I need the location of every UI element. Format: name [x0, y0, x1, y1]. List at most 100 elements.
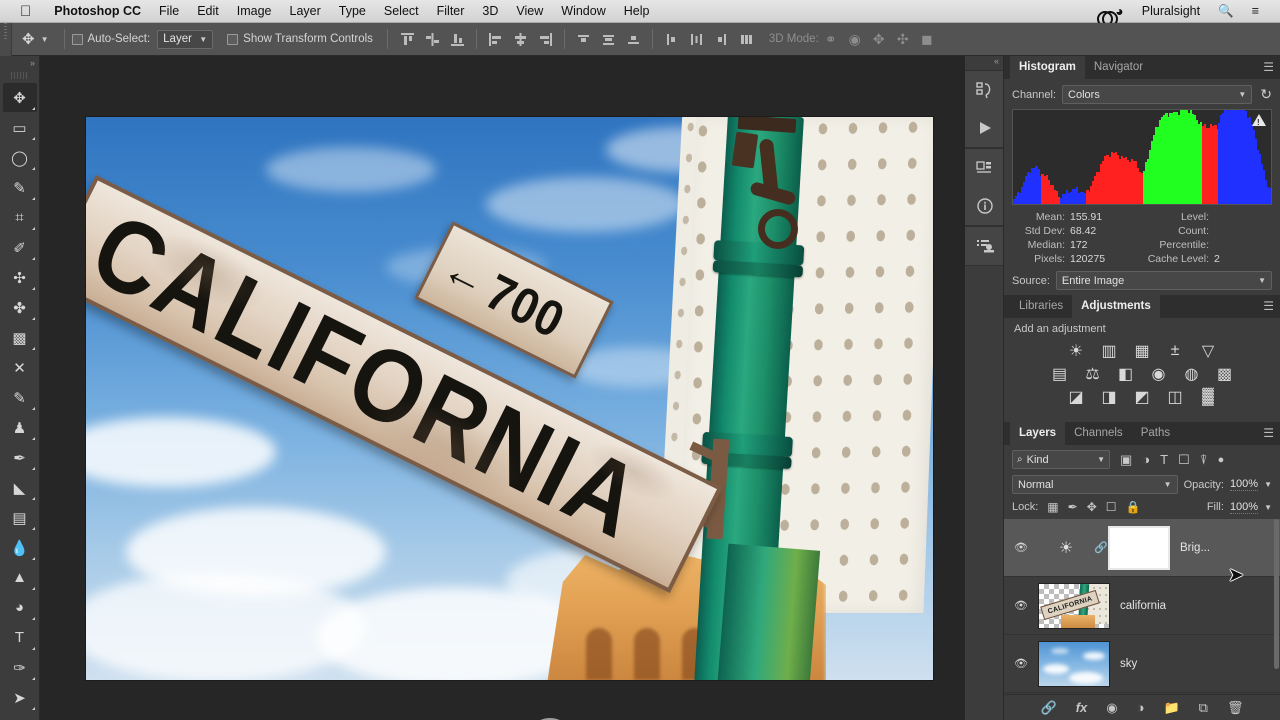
menu-item-select[interactable]: Select	[375, 4, 428, 18]
info-icon[interactable]	[965, 187, 1004, 225]
menu-item-filter[interactable]: Filter	[428, 4, 474, 18]
patch-tool[interactable]: ▩	[3, 323, 37, 352]
roll-3d-icon[interactable]: ◉	[843, 27, 867, 51]
curves-icon[interactable]: ▦	[1133, 342, 1152, 360]
list-item[interactable]: sky	[1120, 658, 1137, 670]
layer-mask-thumbnail[interactable]	[1108, 525, 1170, 570]
apple-icon[interactable]: 	[20, 4, 31, 19]
panel-menu-icon[interactable]: ☰	[1263, 300, 1274, 312]
eyedropper-tool[interactable]: ✐	[3, 233, 37, 262]
blur-tool[interactable]: 💧	[3, 533, 37, 562]
layer-visibility-toggle[interactable]: 👁	[1004, 599, 1038, 612]
distribute-left-edges-icon[interactable]	[659, 27, 684, 51]
link-layers-icon[interactable]: 🔗	[1041, 700, 1057, 716]
move-tool[interactable]: ✥	[2, 83, 37, 112]
pen-tool[interactable]: ✑	[3, 653, 37, 682]
double-chevron-right-icon[interactable]: »	[0, 56, 39, 70]
rectangular-marquee-tool[interactable]: ▭	[3, 113, 37, 142]
history-brush-tool[interactable]: ✒	[3, 443, 37, 472]
layer-visibility-toggle[interactable]: 👁	[1004, 541, 1038, 554]
slide-3d-icon[interactable]: ✣	[891, 27, 915, 51]
list-item[interactable]: Brig...	[1180, 542, 1210, 554]
panel-menu-icon[interactable]: ☰	[1263, 61, 1274, 73]
burn-tool[interactable]: ◕	[3, 593, 37, 622]
panel-menu-icon[interactable]: ☰	[1263, 427, 1274, 439]
refresh-icon[interactable]: ↻	[1260, 86, 1272, 103]
selective-color-icon[interactable]: ▓	[1199, 388, 1218, 405]
lock-image-pixels-icon[interactable]: ✒	[1068, 500, 1078, 514]
orbit-3d-icon[interactable]: ⚭	[819, 27, 843, 51]
hand-tool[interactable]: ✋	[3, 713, 37, 720]
threshold-icon[interactable]: ◩	[1133, 388, 1152, 406]
link-mask-icon[interactable]: 🔗	[1094, 541, 1108, 554]
spot-healing-brush-tool[interactable]: ✣	[3, 263, 37, 292]
distribute-spacing-icon[interactable]	[734, 27, 759, 51]
tab-layers[interactable]: Layers	[1010, 422, 1066, 445]
type-tool[interactable]: T	[3, 623, 37, 652]
filter-toggle-switch[interactable]: ●	[1218, 454, 1225, 466]
chevron-down-icon[interactable]: ▼	[41, 35, 49, 44]
actions-play-icon[interactable]	[965, 109, 1004, 147]
lasso-tool[interactable]: ◯	[3, 143, 37, 172]
healing-brush-tool[interactable]: ✤	[3, 293, 37, 322]
photo-filter-icon[interactable]: ◉	[1149, 365, 1168, 383]
list-menu-icon[interactable]: ≡	[1243, 4, 1268, 18]
eraser-tool[interactable]: ◣	[3, 473, 37, 502]
current-tool-button[interactable]: ✥ ▼	[12, 30, 57, 48]
lock-artboard-icon[interactable]: ☐	[1106, 500, 1117, 514]
lock-transparent-pixels-icon[interactable]: ▦	[1047, 500, 1058, 514]
filter-smart-object-icon[interactable]: ⍒	[1200, 452, 1208, 468]
menu-item-help[interactable]: Help	[615, 4, 659, 18]
document-image[interactable]: ← 700 CALIFORNIA	[85, 116, 934, 681]
align-vertical-centers-icon[interactable]	[420, 27, 445, 51]
new-adjustment-layer-icon[interactable]: ◑	[1137, 700, 1145, 715]
align-right-edges-icon[interactable]	[533, 27, 558, 51]
crop-tool[interactable]: ⌗	[3, 203, 37, 232]
channel-dropdown[interactable]: Colors ▼	[1062, 85, 1253, 104]
invert-icon[interactable]: ◪	[1067, 388, 1086, 406]
distribute-horizontal-centers-icon[interactable]	[684, 27, 709, 51]
brush-tool[interactable]: ✎	[3, 383, 37, 412]
align-top-edges-icon[interactable]	[395, 27, 420, 51]
show-transform-controls-checkbox[interactable]	[227, 33, 239, 45]
layers-scrollbar[interactable]	[1274, 519, 1279, 669]
align-left-edges-icon[interactable]	[483, 27, 508, 51]
black-white-icon[interactable]: ◧	[1116, 365, 1135, 383]
opacity-dropdown-icon[interactable]: ▼	[1264, 480, 1272, 489]
path-selection-tool[interactable]: ➤	[3, 683, 37, 712]
tab-navigator[interactable]: Navigator	[1085, 56, 1152, 79]
lock-position-icon[interactable]: ✥	[1087, 500, 1097, 514]
search-icon[interactable]: 🔍	[1209, 4, 1243, 19]
properties-icon[interactable]	[965, 227, 1004, 265]
add-layer-style-icon[interactable]: fx	[1076, 700, 1088, 715]
layer-filter-kind-dropdown[interactable]: ⌕ Kind ▼	[1012, 450, 1110, 469]
pan-3d-icon[interactable]: ✥	[867, 27, 891, 51]
gradient-tool[interactable]: ▤	[3, 503, 37, 532]
filter-type-icon[interactable]: T	[1160, 452, 1168, 467]
menu-item-image[interactable]: Image	[228, 4, 281, 18]
posterize-icon[interactable]: ◨	[1100, 388, 1119, 406]
delete-layer-icon[interactable]: 🗑	[1227, 700, 1244, 716]
menu-item-edit[interactable]: Edit	[188, 4, 228, 18]
tab-channels[interactable]: Channels	[1065, 422, 1132, 445]
list-item[interactable]: california	[1120, 600, 1166, 612]
tab-adjustments[interactable]: Adjustments	[1072, 295, 1160, 318]
library-assets-icon[interactable]	[965, 149, 1004, 187]
hue-saturation-icon[interactable]: ▤	[1050, 365, 1069, 383]
quick-selection-tool[interactable]: ✎	[3, 173, 37, 202]
layer-visibility-toggle[interactable]: 👁	[1004, 657, 1038, 670]
dodge-tool[interactable]: ▲	[3, 563, 37, 592]
align-horizontal-centers-icon[interactable]	[508, 27, 533, 51]
tab-libraries[interactable]: Libraries	[1010, 295, 1072, 318]
distribute-bottom-edges-icon[interactable]	[621, 27, 646, 51]
clone-stamp-tool[interactable]: ♟	[3, 413, 37, 442]
scale-3d-icon[interactable]: ◼	[915, 27, 939, 51]
distribute-vertical-centers-icon[interactable]	[596, 27, 621, 51]
tab-paths[interactable]: Paths	[1132, 422, 1179, 445]
layer-thumbnail[interactable]	[1038, 640, 1110, 687]
tab-histogram[interactable]: Histogram	[1010, 56, 1085, 79]
document-canvas-area[interactable]: ← 700 CALIFORNIA 人人素材	[40, 56, 965, 720]
filter-adjustment-icon[interactable]: ◑	[1142, 452, 1150, 467]
history-icon[interactable]	[965, 71, 1004, 109]
blend-mode-dropdown[interactable]: Normal ▼	[1012, 475, 1178, 494]
